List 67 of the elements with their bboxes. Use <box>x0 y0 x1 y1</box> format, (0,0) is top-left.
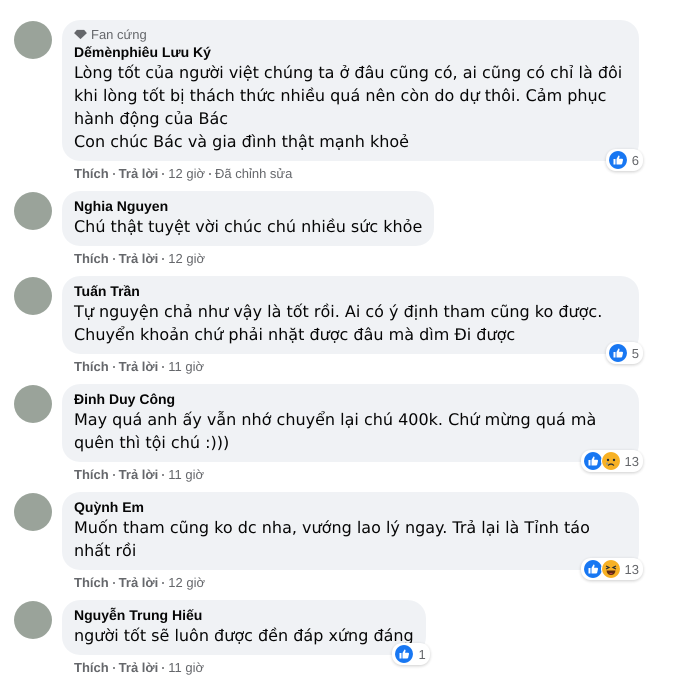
separator-dot <box>162 582 164 584</box>
comment-time[interactable]: 12 giờ <box>168 166 205 181</box>
reaction-summary[interactable]: 13 <box>580 558 643 580</box>
avatar[interactable] <box>14 385 52 423</box>
comment-action-link[interactable]: Trả lời <box>118 359 158 374</box>
commenter-name[interactable]: Nguyễn Trung Hiếu <box>74 607 414 623</box>
separator-dot <box>112 474 115 476</box>
sad-face-icon <box>600 451 621 471</box>
reaction-count: 13 <box>624 562 639 576</box>
avatar[interactable] <box>14 493 52 531</box>
comment-action-link[interactable]: Thích <box>74 467 109 482</box>
comment-action-link[interactable]: Thích <box>74 166 109 181</box>
thumbs-up-icon <box>394 644 414 664</box>
comment-action-link[interactable]: Trả lời <box>118 251 158 266</box>
reaction-count: 13 <box>624 454 639 468</box>
laughing-face-icon <box>600 559 621 579</box>
avatar[interactable] <box>14 277 52 315</box>
reaction-count: 5 <box>632 346 639 360</box>
comment-text: Tự nguyện chả như vậy là tốt rồi. Ai có ý định tham cũng ko được. Chuyển khoản chứ phải nhặt được đâu mà dìm Đi được <box>74 301 604 346</box>
reaction-summary[interactable]: 1 <box>392 643 430 665</box>
comment-action-link[interactable]: Trả lời <box>118 166 158 181</box>
edited-label: Đã chỉnh sửa <box>214 166 292 181</box>
comment-action-link[interactable]: Thích <box>74 251 109 266</box>
comment-action-link[interactable]: Trả lời <box>118 467 158 482</box>
comment-time[interactable]: 11 giờ <box>168 660 204 675</box>
comment-action-link[interactable]: Trả lời <box>118 660 158 675</box>
separator-dot <box>112 666 115 668</box>
thumbs-up-icon <box>608 343 628 363</box>
comment-action-link[interactable]: Thích <box>74 575 109 590</box>
separator-dot <box>112 172 115 174</box>
separator-dot <box>208 172 211 174</box>
reaction-summary[interactable]: 13 <box>580 450 643 472</box>
thumbs-up-icon <box>582 559 603 579</box>
reaction-summary[interactable]: 6 <box>606 149 643 171</box>
avatar[interactable] <box>14 192 52 230</box>
comment-time[interactable]: 12 giờ <box>168 575 205 590</box>
comment-action-link[interactable]: Trả lời <box>118 575 158 590</box>
comment-action-link[interactable]: Thích <box>74 359 109 374</box>
commenter-name[interactable]: Nghia Nguyen <box>74 198 422 214</box>
comment-time[interactable]: 11 giờ <box>168 467 204 482</box>
commenter-name[interactable]: Tuấn Trần <box>74 283 627 299</box>
reaction-count: 6 <box>632 152 639 168</box>
separator-dot <box>162 666 164 668</box>
comment-text: Con chúc Bác và gia đình thật mạnh khoẻ <box>74 131 410 153</box>
diamond-icon <box>74 29 87 40</box>
commenter-name[interactable]: Dếmènphiêu Lưu Ký <box>74 44 627 60</box>
commenter-name[interactable]: Đinh Duy Công <box>74 391 627 407</box>
reaction-summary[interactable]: 5 <box>606 342 643 364</box>
reaction-count: 1 <box>418 646 426 662</box>
commenter-name[interactable]: Quỳnh Em <box>74 499 627 515</box>
separator-dot <box>162 366 164 368</box>
fan-label: Fan cứng <box>91 27 147 42</box>
separator-dot <box>162 172 164 174</box>
avatar[interactable] <box>14 21 52 59</box>
separator-dot <box>112 366 115 368</box>
thumbs-up-icon <box>582 451 603 471</box>
separator-dot <box>162 474 164 476</box>
avatar[interactable] <box>14 601 52 639</box>
comment-time[interactable]: 12 giờ <box>168 251 205 266</box>
separator-dot <box>112 582 115 584</box>
comment-action-link[interactable]: Thích <box>74 660 109 675</box>
comment-text: Lòng tốt của người việt chúng ta ở đâu cũng có, ai cũng có chỉ là đôi khi lòng tốt bị thách thức nhiều quá nên còn do dự thôi. Cảm phục hành động của Bác <box>74 62 624 130</box>
comment-time[interactable]: 11 giờ <box>168 359 204 374</box>
separator-dot <box>112 258 115 260</box>
comment-text: Chú thật tuyệt vời chúc chú nhiều sức khỏe <box>74 216 422 238</box>
separator-dot <box>162 258 164 260</box>
thumbs-up-icon <box>608 150 628 170</box>
